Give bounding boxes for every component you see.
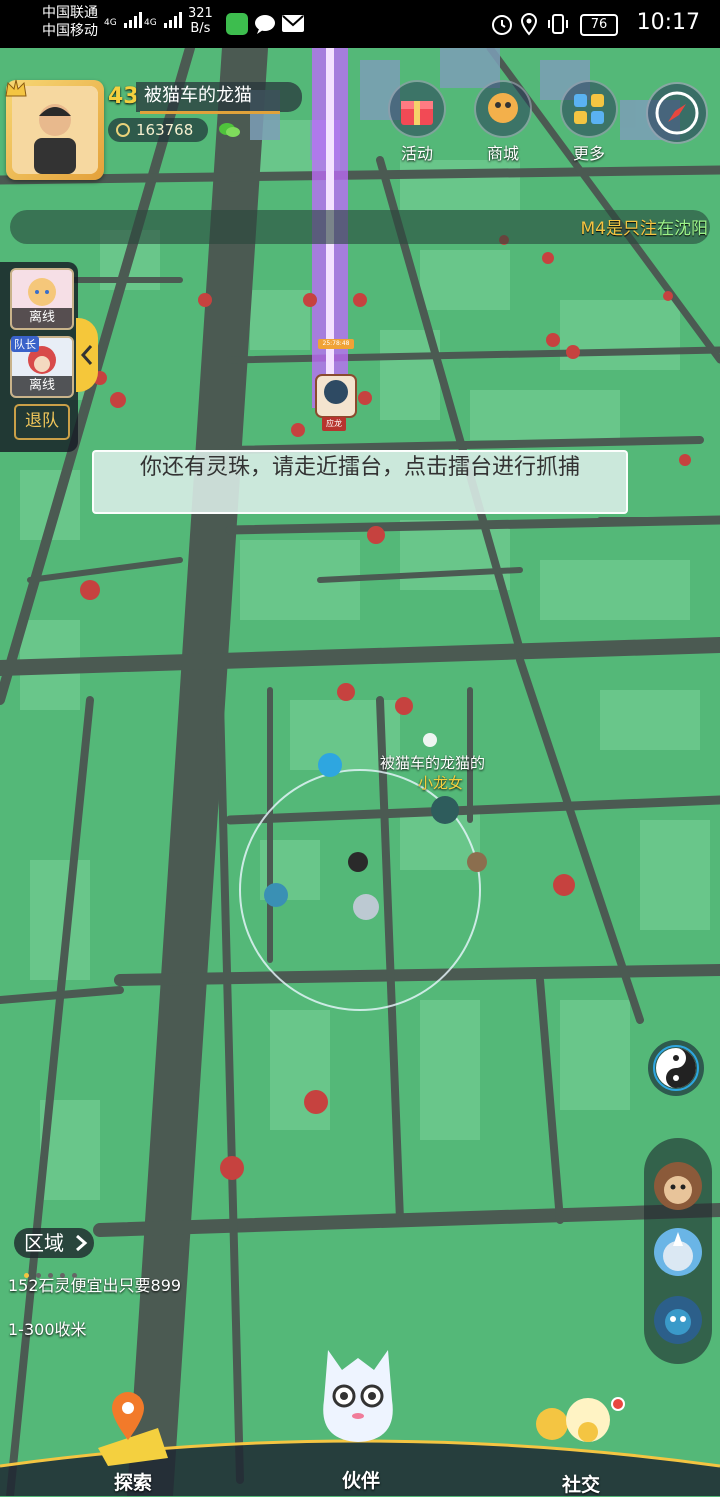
shop-button[interactable]: 商城: [472, 80, 534, 164]
activity-label: 活动: [400, 144, 433, 163]
wechat-icon[interactable]: [218, 121, 240, 139]
signal-icon-2: 4G: [144, 10, 182, 29]
arena-label[interactable]: 应龙: [322, 417, 346, 431]
carrier-2: 中国移动: [42, 23, 98, 39]
social-label: 社交: [562, 1474, 601, 1496]
pet-slot-monkey[interactable]: [650, 1158, 706, 1214]
team-member-1[interactable]: 离线: [10, 268, 74, 330]
clock: 10:17: [636, 10, 700, 35]
social-tab[interactable]: 社交: [530, 1390, 640, 1496]
notice-text: M4是只注在沈阳: [581, 214, 708, 239]
network-type-2: 4G: [144, 18, 157, 28]
pet-owner-label: 被猫车的龙猫的: [380, 754, 486, 772]
battery-icon: 76: [580, 14, 618, 36]
yin-yang-icon: [653, 1045, 699, 1091]
vibrate-icon: [548, 14, 568, 34]
member-1-status: 离线: [12, 308, 72, 328]
coin-icon: [116, 123, 130, 137]
network-speed: 321 B/s: [188, 6, 213, 36]
signal-icon-1: 4G: [104, 10, 142, 29]
partner-label: 伙伴: [342, 1470, 381, 1492]
app-notification-icon: [226, 13, 248, 35]
partner-tab[interactable]: 伙伴: [308, 1330, 408, 1494]
rhino-pet-icon: [654, 1228, 702, 1276]
shop-icon: [474, 80, 532, 138]
region-button[interactable]: 区域: [14, 1228, 94, 1258]
avatar-image: [12, 86, 98, 174]
player-level: 43: [108, 84, 139, 109]
carrier-1: 中国联通: [42, 5, 98, 21]
network-type-1: 4G: [104, 18, 117, 28]
pet-slot-crab[interactable]: [650, 1292, 706, 1348]
player-name[interactable]: 被猫车的龙猫: [136, 82, 302, 112]
chat-message-1[interactable]: 152石灵便宜出只要899: [8, 1272, 181, 1296]
monkey-pet-icon: [654, 1162, 702, 1210]
mail-icon: [282, 15, 304, 32]
more-label: 更多: [572, 144, 605, 163]
crab-pet-icon: [654, 1296, 702, 1344]
notice-part-1: M4是只注: [580, 219, 657, 239]
carrier-labels: 中国联通 中国移动: [42, 4, 98, 40]
activity-button[interactable]: 活动: [386, 80, 448, 164]
ghost-pet-icon: [323, 1350, 393, 1442]
chat-message-2[interactable]: 1-300收米: [8, 1316, 87, 1340]
member-2-status: 离线: [12, 376, 72, 396]
chevron-left-icon: [80, 345, 93, 365]
pet-slot-rhino[interactable]: [650, 1224, 706, 1280]
compass-icon: [655, 91, 699, 135]
explore-tab[interactable]: 探索: [88, 1388, 178, 1494]
status-bar: 中国联通 中国移动 4G 4G 321 B/s 76 10:17: [0, 0, 720, 48]
more-button[interactable]: 更多: [558, 80, 620, 164]
gift-icon: [388, 80, 446, 138]
chevron-right-icon: [76, 1234, 88, 1252]
pet-name-label: 小龙女: [418, 774, 464, 792]
quit-team-button[interactable]: 退队: [14, 404, 70, 440]
taiji-button[interactable]: [648, 1040, 704, 1096]
collapse-panel-button[interactable]: [76, 318, 98, 392]
arena-timer-badge: 25:78:48: [318, 339, 354, 349]
explore-label: 探索: [114, 1472, 153, 1494]
leader-tag: 队长: [11, 336, 39, 352]
alarm-icon: [492, 15, 512, 35]
speed-value: 321: [188, 6, 213, 21]
speed-unit: B/s: [190, 21, 211, 36]
map-pin-icon: [98, 1392, 168, 1466]
exp-bar: [140, 111, 280, 114]
notice-part-2: 在沈阳: [657, 219, 708, 239]
compass-button[interactable]: [646, 82, 708, 144]
hint-banner: 你还有灵珠，请走近擂台，点击擂台进行抓捕: [92, 450, 628, 514]
region-label: 区域: [24, 1231, 64, 1255]
shop-label: 商城: [486, 144, 519, 163]
message-icon: [255, 15, 275, 34]
location-icon: [520, 12, 538, 36]
social-pets-icon: [536, 1397, 625, 1442]
grid-icon: [560, 80, 618, 138]
crown-icon: [5, 79, 27, 97]
